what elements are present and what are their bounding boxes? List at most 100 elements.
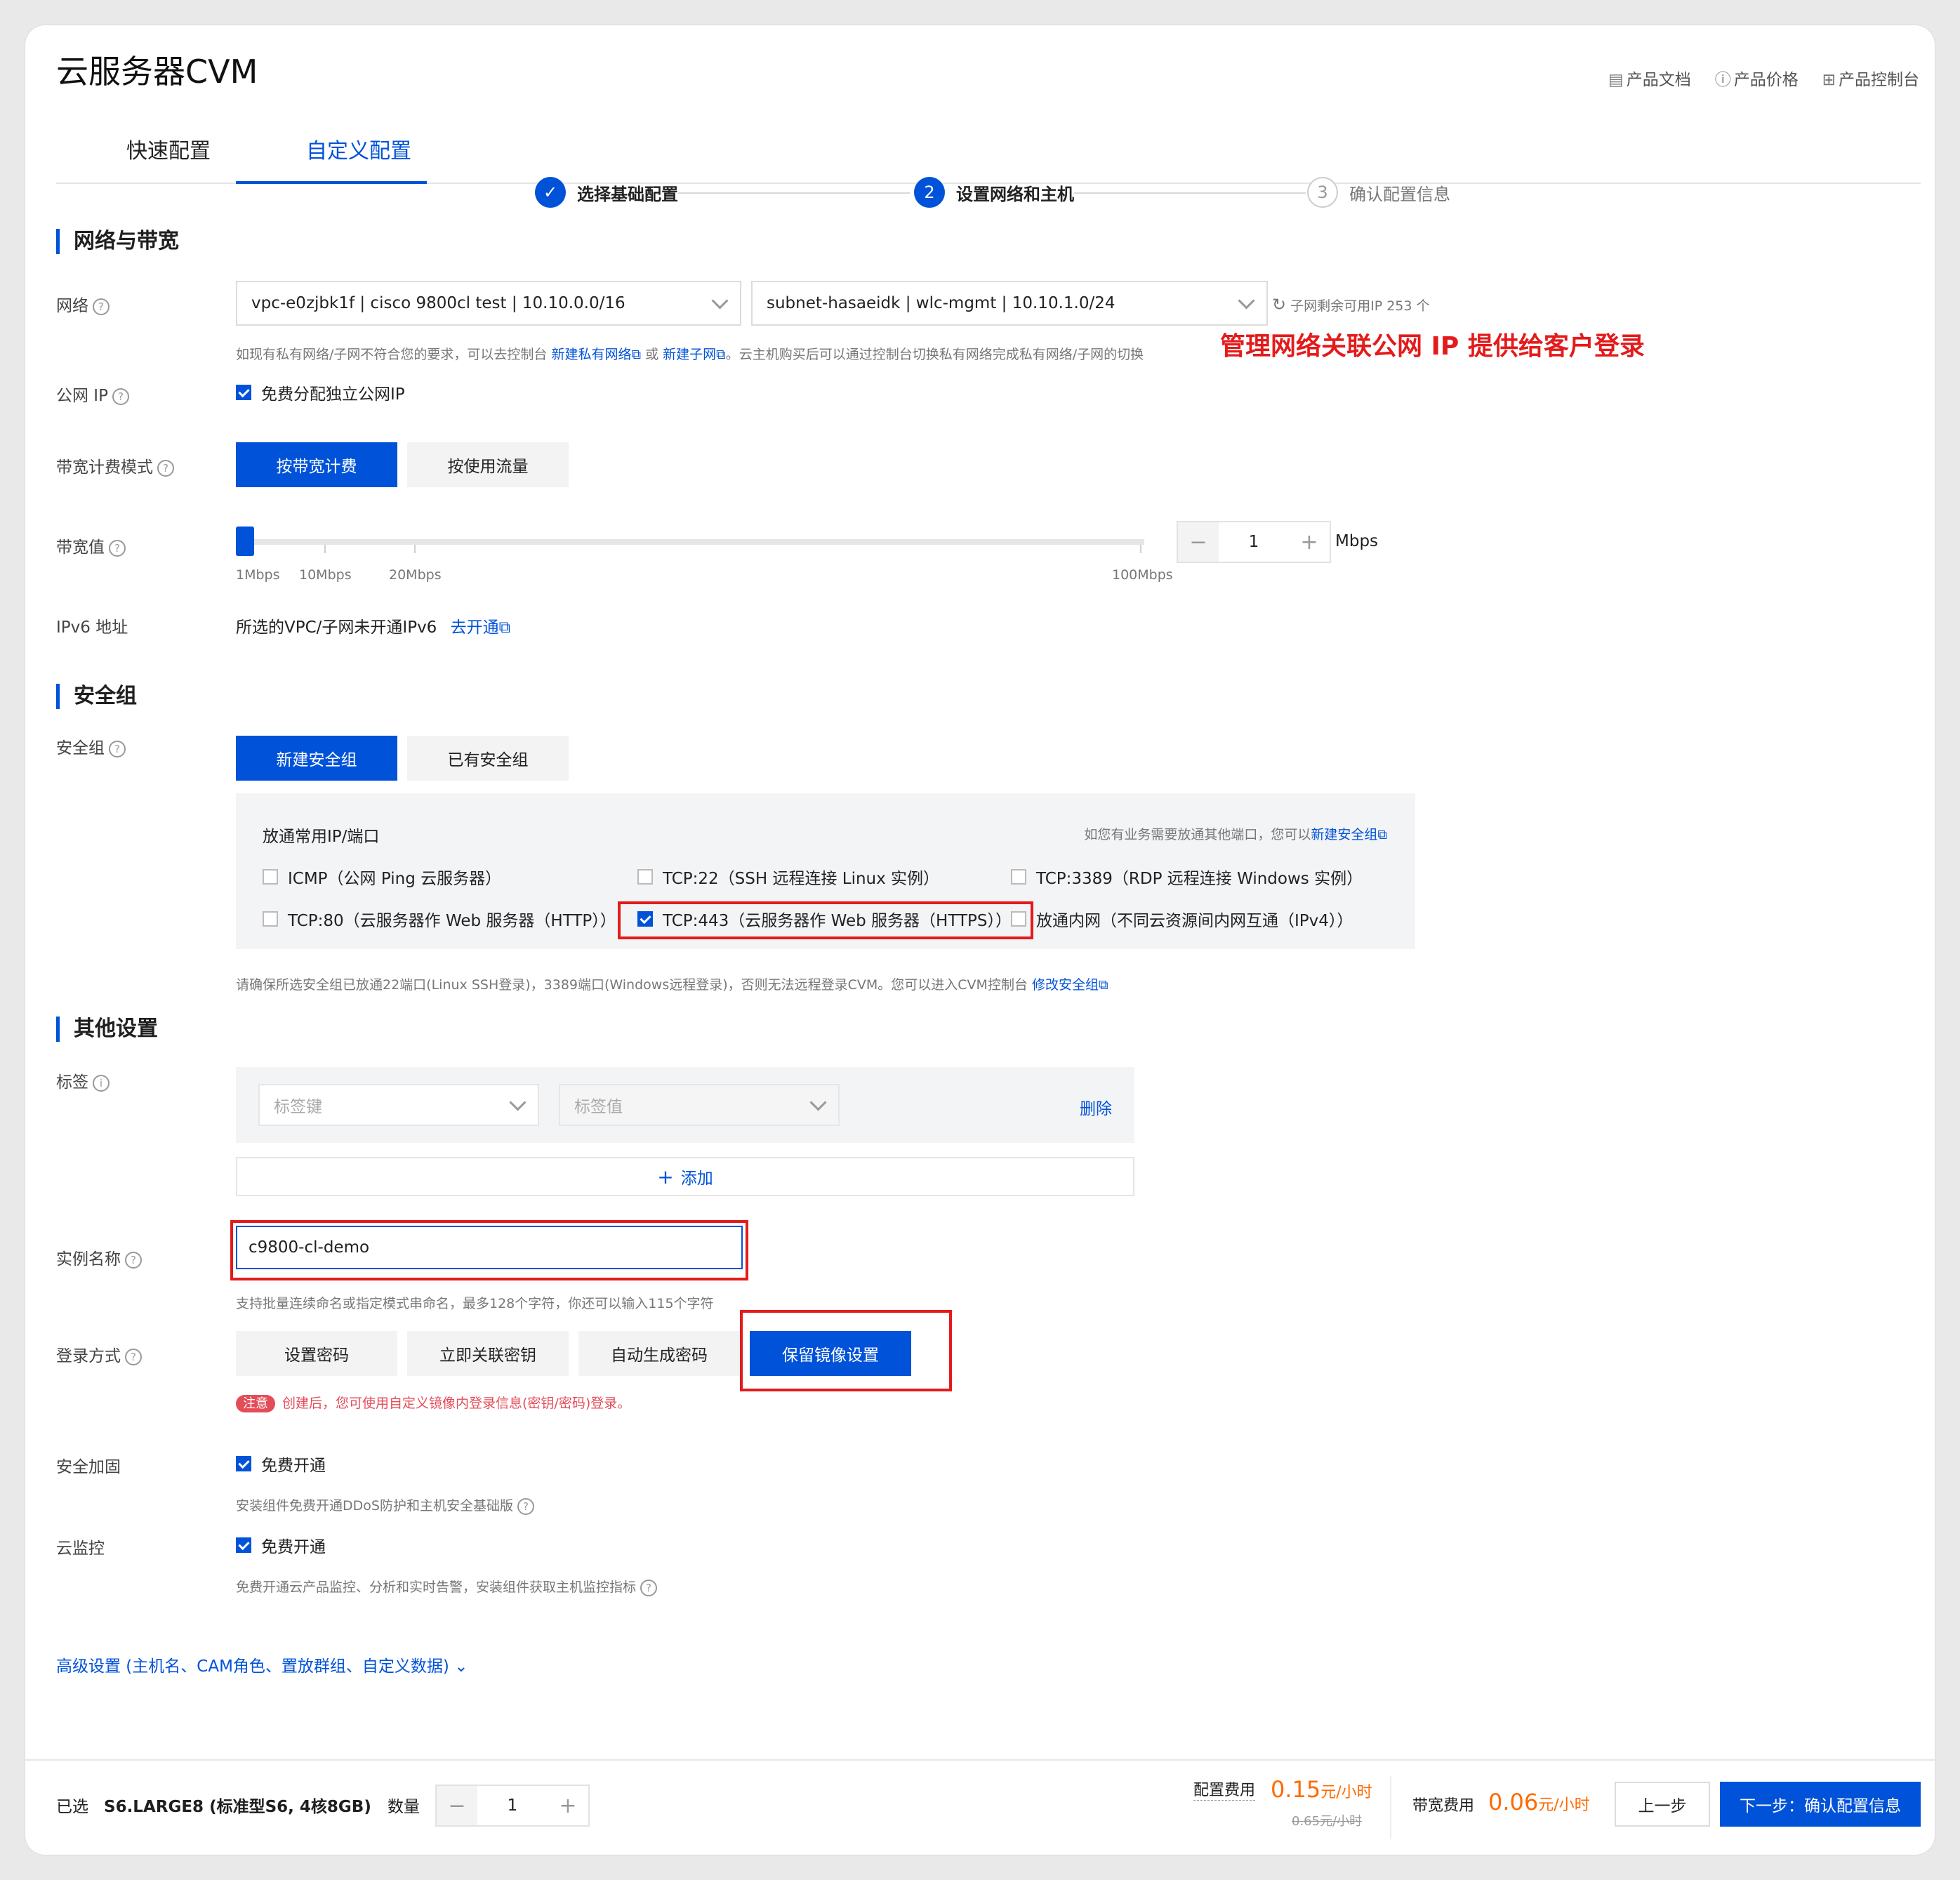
network-hint: 如现有私有网络/子网不符合您的要求，可以去控制台 新建私有网络⧉ 或 新建子网⧉… bbox=[236, 347, 1144, 362]
subnet-value: subnet-hasaeidk | wlc-mgmt | 10.10.1.0/2… bbox=[767, 294, 1115, 312]
instance-name-hint: 支持批量连续命名或指定模式串命名，最多128个字符，你还可以输入115个字符 bbox=[236, 1296, 714, 1311]
selected-instance: S6.LARGE8 (标准型S6, 4核8GB) bbox=[104, 1798, 371, 1816]
quantity-input[interactable]: 1 bbox=[477, 1796, 548, 1815]
tag-row: 标签键 标签值 删除 bbox=[236, 1067, 1134, 1143]
page-title: 云服务器CVM bbox=[56, 53, 258, 91]
step-1-label: 选择基础配置 bbox=[577, 184, 678, 204]
plus-button[interactable]: + bbox=[1289, 522, 1330, 562]
doc-icon: ▤ bbox=[1608, 71, 1624, 89]
config-fee-label[interactable]: 配置费用 bbox=[1193, 1778, 1256, 1801]
info-icon[interactable]: i bbox=[93, 1074, 110, 1092]
tab-quick-config[interactable]: 快速配置 bbox=[126, 133, 211, 164]
new-vpc-link[interactable]: 新建私有网络 bbox=[551, 347, 631, 362]
step-connector bbox=[1074, 192, 1306, 194]
external-link-icon: ⧉ bbox=[498, 618, 511, 637]
vpc-select[interactable]: vpc-e0zjbk1f | cisco 9800cl test | 10.10… bbox=[236, 281, 741, 326]
help-icon[interactable]: ? bbox=[93, 298, 110, 315]
new-subnet-link[interactable]: 新建子网 bbox=[663, 347, 716, 362]
security-group-label: 安全组? bbox=[56, 734, 126, 758]
help-icon[interactable]: ? bbox=[125, 1251, 142, 1269]
external-link-icon: ⧉ bbox=[1099, 977, 1108, 993]
external-link-icon: ⧉ bbox=[716, 347, 726, 362]
cvm-purchase-window: 云服务器CVM ▤ 产品文档 ⓘ 产品价格 ⊞ 产品控制台 快速配置 自定义配置 ✓ … bbox=[25, 25, 1935, 1855]
step-3: 3 确认配置信息 bbox=[1307, 177, 1450, 208]
rule-icmp[interactable]: ICMP（公网 Ping 云服务器） bbox=[263, 865, 501, 889]
slider-handle[interactable] bbox=[236, 527, 254, 556]
rule-intranet[interactable]: 放通内网（不同云资源间内网互通（IPv4）） bbox=[1011, 907, 1353, 931]
public-ip-label: 公网 IP? bbox=[56, 382, 129, 406]
bandwidth-label: 带宽值? bbox=[56, 534, 126, 557]
step-connector bbox=[678, 192, 910, 194]
top-link-price[interactable]: ⓘ 产品价格 bbox=[1715, 66, 1799, 90]
existing-security-group-button[interactable]: 已有安全组 bbox=[407, 736, 569, 781]
refresh-icon[interactable]: ↻ bbox=[1272, 295, 1286, 315]
modify-security-group-link[interactable]: 修改安全组 bbox=[1032, 977, 1099, 993]
plus-button[interactable]: + bbox=[548, 1786, 588, 1825]
panel-title: 放通常用IP/端口 bbox=[263, 828, 380, 846]
help-icon[interactable]: ? bbox=[157, 459, 174, 477]
selected-label: 已选 bbox=[56, 1798, 88, 1816]
step-2-label: 设置网络和主机 bbox=[956, 184, 1074, 204]
prev-step-button[interactable]: 上一步 bbox=[1615, 1782, 1710, 1827]
login-method-label: 登录方式? bbox=[56, 1342, 142, 1366]
instance-name-label: 实例名称? bbox=[56, 1245, 142, 1269]
tag-value-select[interactable]: 标签值 bbox=[559, 1084, 840, 1126]
billing-mode-label: 带宽计费模式? bbox=[56, 454, 174, 477]
bandwidth-slider[interactable] bbox=[236, 527, 1144, 556]
chevron-down-icon bbox=[1238, 291, 1255, 310]
ipv6-status: 所选的VPC/子网未开通IPv6 去开通⧉ bbox=[236, 618, 511, 637]
login-set-password-button[interactable]: 设置密码 bbox=[236, 1331, 397, 1376]
step-3-number: 3 bbox=[1307, 177, 1338, 208]
help-icon[interactable]: ? bbox=[109, 740, 126, 757]
slider-tick bbox=[324, 545, 326, 553]
login-bind-key-button[interactable]: 立即关联密钥 bbox=[407, 1331, 569, 1376]
help-icon[interactable]: ? bbox=[112, 388, 129, 405]
enable-ipv6-link[interactable]: 去开通 bbox=[451, 618, 499, 637]
help-icon[interactable]: ? bbox=[517, 1497, 534, 1515]
top-link-docs[interactable]: ▤ 产品文档 bbox=[1608, 66, 1691, 90]
rule-tcp80[interactable]: TCP:80（云服务器作 Web 服务器（HTTP）） bbox=[263, 907, 616, 931]
rule-tcp3389[interactable]: TCP:3389（RDP 远程连接 Windows 实例） bbox=[1011, 865, 1363, 889]
public-ip-checkbox[interactable]: 免费分配独立公网IP bbox=[236, 380, 405, 404]
new-security-group-button[interactable]: 新建安全组 bbox=[236, 736, 397, 781]
quantity-label: 数量 bbox=[388, 1798, 420, 1816]
new-security-group-link[interactable]: 新建安全组 bbox=[1311, 827, 1377, 842]
help-icon[interactable]: ? bbox=[640, 1579, 658, 1596]
billing-by-bandwidth-button[interactable]: 按带宽计费 bbox=[236, 442, 397, 487]
checkbox-checked-icon bbox=[236, 1456, 251, 1471]
external-link-icon: ⧉ bbox=[631, 347, 642, 362]
checkbox-checked-icon bbox=[236, 385, 251, 400]
check-icon: ✓ bbox=[535, 177, 566, 208]
tag-key-select[interactable]: 标签键 bbox=[258, 1084, 539, 1126]
next-step-button[interactable]: 下一步：确认配置信息 bbox=[1720, 1782, 1921, 1827]
config-fee: 0.15元/小时 bbox=[1271, 1776, 1372, 1803]
tag-add-button[interactable]: + 添加 bbox=[236, 1157, 1134, 1196]
highlight-box-tcp443 bbox=[618, 901, 1033, 939]
checkbox-icon bbox=[263, 869, 278, 885]
help-icon[interactable]: ? bbox=[125, 1348, 142, 1365]
security-hardening-checkbox[interactable]: 免费开通 bbox=[236, 1452, 326, 1476]
cloud-monitor-hint: 免费开通云产品监控、分析和实时告警，安装组件获取主机监控指标? bbox=[236, 1577, 658, 1596]
network-label: 网络? bbox=[56, 292, 110, 316]
advanced-settings-link[interactable]: 高级设置 (主机名、CAM角色、置放群组、自定义数据) ⌄ bbox=[56, 1653, 468, 1676]
subnet-select[interactable]: subnet-hasaeidk | wlc-mgmt | 10.10.1.0/2… bbox=[751, 281, 1268, 326]
tag-delete-link[interactable]: 删除 bbox=[1080, 1095, 1112, 1119]
login-auto-password-button[interactable]: 自动生成密码 bbox=[578, 1331, 740, 1376]
cloud-monitor-checkbox[interactable]: 免费开通 bbox=[236, 1533, 326, 1557]
note-badge: 注意 bbox=[236, 1395, 275, 1412]
bw-tick-label: 10Mbps bbox=[299, 567, 352, 583]
minus-button[interactable]: − bbox=[1178, 522, 1219, 562]
security-note: 请确保所选安全组已放通22端口(Linux SSH登录)，3389端口(Wind… bbox=[236, 977, 1108, 993]
help-icon[interactable]: ? bbox=[109, 539, 126, 557]
rule-tcp22[interactable]: TCP:22（SSH 远程连接 Linux 实例） bbox=[637, 865, 939, 889]
panel-hint: 如您有业务需要放通其他端口，您可以新建安全组⧉ bbox=[1084, 827, 1387, 842]
top-link-console[interactable]: ⊞ 产品控制台 bbox=[1822, 66, 1919, 90]
billing-by-traffic-button[interactable]: 按使用流量 bbox=[407, 442, 569, 487]
chevron-down-icon bbox=[809, 1093, 827, 1111]
step-3-label: 确认配置信息 bbox=[1349, 184, 1450, 204]
active-tab-indicator bbox=[236, 181, 427, 184]
instance-name-input[interactable]: c9800-cl-demo bbox=[236, 1226, 743, 1269]
minus-button[interactable]: − bbox=[437, 1786, 477, 1825]
tab-custom-config[interactable]: 自定义配置 bbox=[306, 133, 411, 164]
bandwidth-input[interactable]: 1 bbox=[1219, 533, 1289, 551]
